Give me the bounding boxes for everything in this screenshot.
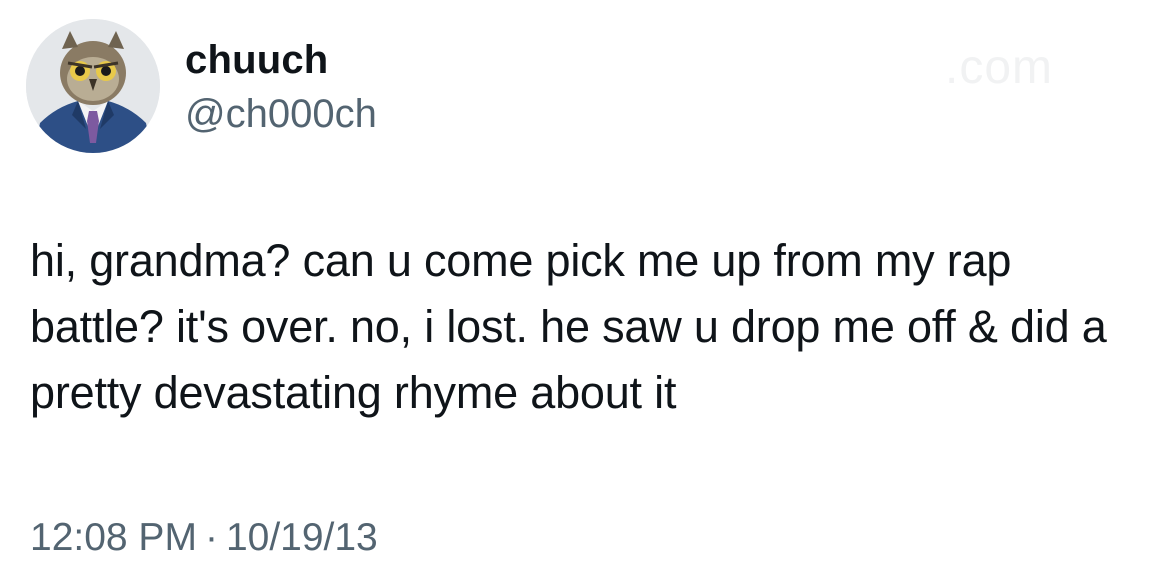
tweet-date[interactable]: 10/19/13 [226,516,378,559]
tweet-card: chuuch @ch000ch .com hi, grandma? can u … [0,0,1168,582]
meta-separator: · [204,516,218,559]
owl-avatar-icon [26,19,160,153]
tweet-timestamp[interactable]: 12:08 PM · 10/19/13 [30,514,378,562]
author-display-name[interactable]: chuuch [185,36,328,84]
author-handle[interactable]: @ch000ch [185,90,377,138]
tweet-text: hi, grandma? can u come pick me up from … [30,235,1107,418]
tweet-time[interactable]: 12:08 PM [30,516,197,559]
avatar[interactable] [26,19,160,153]
watermark: .com [945,41,1054,94]
